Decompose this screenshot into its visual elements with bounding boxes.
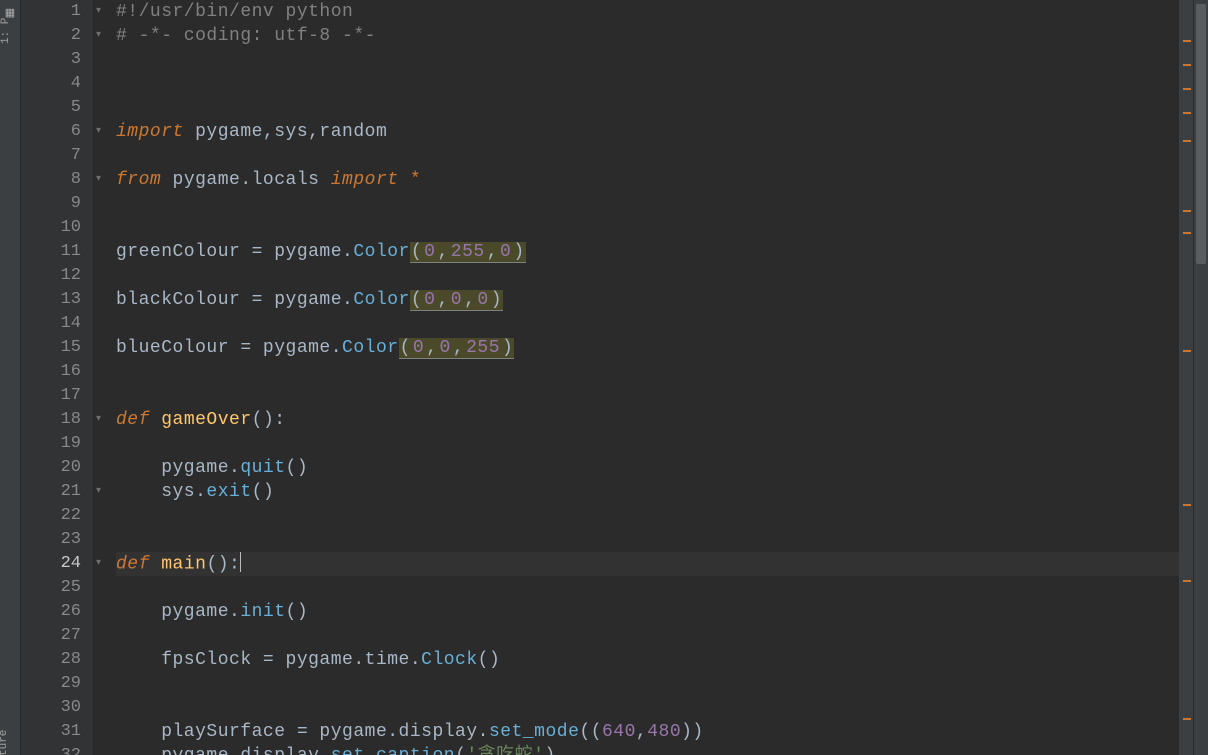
- code-line[interactable]: pygame.display.set_caption('贪吃蛇'): [116, 744, 1179, 755]
- code-line[interactable]: [116, 504, 1179, 528]
- code-line[interactable]: playSurface = pygame.display.set_mode((6…: [116, 720, 1179, 744]
- code-line[interactable]: blackColour = pygame.Color(0,0,0): [116, 288, 1179, 312]
- code-line[interactable]: sys.exit(): [116, 480, 1179, 504]
- line-number[interactable]: 2: [21, 24, 93, 48]
- line-number[interactable]: 16: [21, 360, 93, 384]
- code-line[interactable]: [116, 192, 1179, 216]
- fold-toggle-icon[interactable]: ▾: [96, 415, 106, 425]
- fold-toggle-icon[interactable]: ▾: [96, 487, 106, 497]
- code-line[interactable]: pygame.quit(): [116, 456, 1179, 480]
- line-number[interactable]: 3: [21, 48, 93, 72]
- line-number[interactable]: 10: [21, 216, 93, 240]
- line-number[interactable]: 13: [21, 288, 93, 312]
- stripe-mark[interactable]: [1183, 112, 1191, 114]
- code-line[interactable]: pygame.init(): [116, 600, 1179, 624]
- line-number[interactable]: 21: [21, 480, 93, 504]
- code-area[interactable]: #!/usr/bin/env python# -*- coding: utf-8…: [116, 0, 1179, 755]
- code-line[interactable]: def gameOver():: [116, 408, 1179, 432]
- code-line[interactable]: def main():: [116, 552, 1179, 576]
- code-line[interactable]: fpsClock = pygame.time.Clock(): [116, 648, 1179, 672]
- line-number[interactable]: 30: [21, 696, 93, 720]
- error-stripe[interactable]: [1179, 0, 1193, 755]
- code-line[interactable]: [116, 696, 1179, 720]
- code-line[interactable]: [116, 432, 1179, 456]
- code-line[interactable]: [116, 264, 1179, 288]
- structure-tool-label[interactable]: ture: [0, 736, 10, 755]
- code-line[interactable]: # -*- coding: utf-8 -*-: [116, 24, 1179, 48]
- line-number[interactable]: 28: [21, 648, 93, 672]
- left-tool-rail: ▦ 1: P ★2: Favorites ture: [0, 0, 21, 755]
- line-number[interactable]: 1: [21, 0, 93, 24]
- stripe-mark[interactable]: [1183, 718, 1191, 720]
- line-number[interactable]: 31: [21, 720, 93, 744]
- stripe-mark[interactable]: [1183, 140, 1191, 142]
- code-line[interactable]: [116, 360, 1179, 384]
- code-line[interactable]: #!/usr/bin/env python: [116, 0, 1179, 24]
- code-line[interactable]: blueColour = pygame.Color(0,0,255): [116, 336, 1179, 360]
- line-number[interactable]: 22: [21, 504, 93, 528]
- line-number[interactable]: 26: [21, 600, 93, 624]
- fold-toggle-icon[interactable]: ▾: [96, 559, 106, 569]
- line-number[interactable]: 11: [21, 240, 93, 264]
- scrollbar-thumb[interactable]: [1196, 4, 1206, 264]
- line-number[interactable]: 18: [21, 408, 93, 432]
- star-icon: ★: [0, 677, 1, 687]
- line-number[interactable]: 14: [21, 312, 93, 336]
- fold-toggle-icon[interactable]: ▾: [96, 127, 106, 137]
- line-number[interactable]: 25: [21, 576, 93, 600]
- code-line[interactable]: import pygame,sys,random: [116, 120, 1179, 144]
- code-line[interactable]: [116, 72, 1179, 96]
- line-number[interactable]: 19: [21, 432, 93, 456]
- code-line[interactable]: [116, 672, 1179, 696]
- line-number[interactable]: 4: [21, 72, 93, 96]
- line-number[interactable]: 32: [21, 744, 93, 755]
- stripe-mark[interactable]: [1183, 40, 1191, 42]
- code-line[interactable]: [116, 528, 1179, 552]
- fold-toggle-icon[interactable]: ▾: [96, 7, 106, 17]
- line-number[interactable]: 20: [21, 456, 93, 480]
- code-line[interactable]: [116, 312, 1179, 336]
- code-line[interactable]: [116, 96, 1179, 120]
- line-number[interactable]: 6: [21, 120, 93, 144]
- stripe-mark[interactable]: [1183, 580, 1191, 582]
- project-tool-label[interactable]: 1: P: [0, 24, 12, 44]
- favorites-tool-label[interactable]: ★2: Favorites: [0, 667, 1, 687]
- line-number[interactable]: 29: [21, 672, 93, 696]
- code-line[interactable]: [116, 624, 1179, 648]
- stripe-mark[interactable]: [1183, 350, 1191, 352]
- code-line[interactable]: greenColour = pygame.Color(0,255,0): [116, 240, 1179, 264]
- vertical-scrollbar[interactable]: [1193, 0, 1208, 755]
- stripe-mark[interactable]: [1183, 504, 1191, 506]
- line-number[interactable]: 8: [21, 168, 93, 192]
- code-line[interactable]: [116, 576, 1179, 600]
- line-number[interactable]: 27: [21, 624, 93, 648]
- code-line[interactable]: [116, 384, 1179, 408]
- line-number[interactable]: 24: [21, 552, 93, 576]
- code-line[interactable]: [116, 216, 1179, 240]
- stripe-mark[interactable]: [1183, 64, 1191, 66]
- line-number[interactable]: 17: [21, 384, 93, 408]
- line-number[interactable]: 5: [21, 96, 93, 120]
- line-number[interactable]: 15: [21, 336, 93, 360]
- fold-column[interactable]: ▾ ▾ ▾ ▾ ▾ ▾ ▾: [94, 0, 116, 755]
- text-caret: [240, 552, 241, 572]
- line-number[interactable]: 7: [21, 144, 93, 168]
- stripe-mark[interactable]: [1183, 88, 1191, 90]
- fold-toggle-icon[interactable]: ▾: [96, 175, 106, 185]
- line-number-gutter[interactable]: 1234567891011121314151617181920212223242…: [21, 0, 94, 755]
- code-line[interactable]: from pygame.locals import *: [116, 168, 1179, 192]
- code-line[interactable]: [116, 144, 1179, 168]
- stripe-mark[interactable]: [1183, 210, 1191, 212]
- code-line[interactable]: [116, 48, 1179, 72]
- stripe-mark[interactable]: [1183, 232, 1191, 234]
- editor: 1234567891011121314151617181920212223242…: [21, 0, 1208, 755]
- line-number[interactable]: 12: [21, 264, 93, 288]
- line-number[interactable]: 23: [21, 528, 93, 552]
- line-number[interactable]: 9: [21, 192, 93, 216]
- ide-root: ▦ 1: P ★2: Favorites ture 12345678910111…: [0, 0, 1208, 755]
- fold-toggle-icon[interactable]: ▾: [96, 31, 106, 41]
